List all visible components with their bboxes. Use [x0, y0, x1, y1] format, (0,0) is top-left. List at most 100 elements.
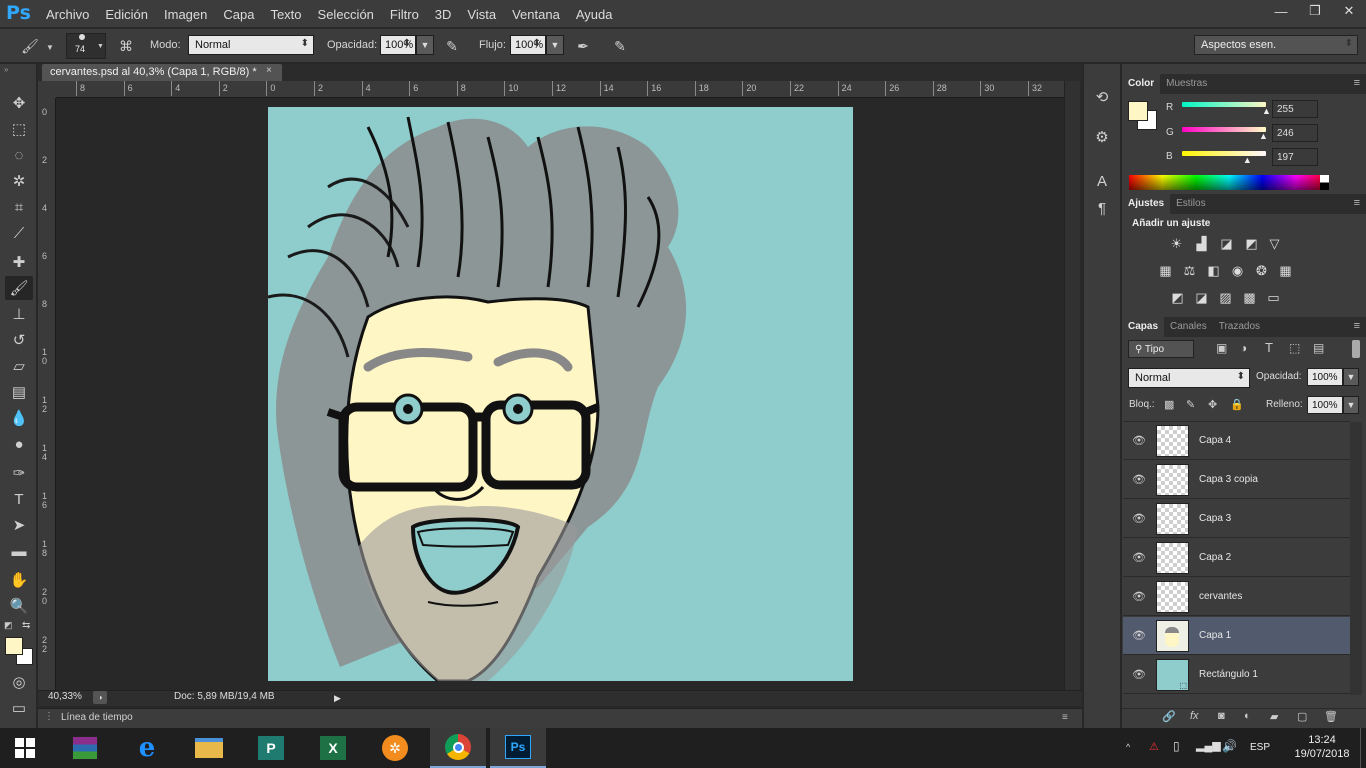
swap-colors-icon[interactable]: ⇆: [22, 620, 30, 631]
gradient-map-adjust-icon[interactable]: ▭: [1265, 290, 1282, 306]
layer-row[interactable]: 👁 Capa 3 copia: [1123, 461, 1350, 499]
g-slider-handle[interactable]: ▲: [1259, 131, 1268, 141]
posterize-adjust-icon[interactable]: ◪: [1193, 290, 1210, 306]
eraser-tool-icon[interactable]: ▱: [5, 354, 33, 378]
levels-adjust-icon[interactable]: ▟: [1193, 236, 1210, 252]
eyedropper-tool-icon[interactable]: ⟋: [5, 221, 33, 245]
pressure-opacity-icon[interactable]: ✎: [442, 36, 462, 56]
start-button[interactable]: [0, 728, 50, 768]
black-white-ramp[interactable]: [1320, 175, 1329, 190]
b-slider-track[interactable]: [1182, 151, 1266, 156]
tab-canales[interactable]: Canales: [1164, 317, 1213, 337]
crop-tool-icon[interactable]: ⌗: [5, 195, 33, 219]
visibility-eye-icon[interactable]: 👁: [1132, 551, 1146, 564]
menu-capa[interactable]: Capa: [215, 7, 262, 22]
r-value[interactable]: 255: [1272, 100, 1318, 118]
layer-row[interactable]: 👁 Capa 4: [1123, 422, 1350, 460]
tab-trazados[interactable]: Trazados: [1213, 317, 1266, 337]
type-tool-icon[interactable]: T: [5, 487, 33, 511]
blur-tool-icon[interactable]: 💧: [5, 406, 33, 430]
layer-mask-icon[interactable]: ◙: [1218, 710, 1225, 722]
fill-arrow-icon[interactable]: ▼: [1343, 396, 1359, 414]
filter-adjustment-icon[interactable]: ◑: [1240, 341, 1247, 355]
status-menu-arrow-icon[interactable]: ▶: [334, 693, 341, 704]
foreground-color-swatch[interactable]: [5, 637, 23, 655]
vibrance-adjust-icon[interactable]: ▽: [1266, 236, 1283, 252]
layer-row[interactable]: 👁 Capa 3: [1123, 500, 1350, 538]
visibility-eye-icon[interactable]: 👁: [1132, 434, 1146, 447]
menu-seleccion[interactable]: Selección: [310, 7, 382, 22]
visibility-eye-icon[interactable]: 👁: [1132, 629, 1146, 642]
layer-row[interactable]: 👁 ⬚ Rectángulo 1: [1123, 656, 1350, 694]
invert-adjust-icon[interactable]: ◩: [1169, 290, 1186, 306]
menu-vista[interactable]: Vista: [459, 7, 504, 22]
tab-muestras[interactable]: Muestras: [1160, 74, 1213, 94]
delete-layer-icon[interactable]: 🗑: [1324, 710, 1338, 723]
brush-panel-toggle-icon[interactable]: ⌘: [116, 36, 136, 56]
timeline-grip-icon[interactable]: ⋮: [44, 711, 54, 722]
menu-imagen[interactable]: Imagen: [156, 7, 215, 22]
clone-stamp-tool-icon[interactable]: ⊥: [5, 302, 33, 326]
tray-network-warning-icon[interactable]: ⚠: [1149, 740, 1159, 753]
lock-position-icon[interactable]: ✥: [1208, 398, 1217, 411]
marquee-tool-icon[interactable]: ⬚: [5, 117, 33, 141]
curves-adjust-icon[interactable]: ◪: [1218, 236, 1235, 252]
brush-tool-active-icon[interactable]: 🖌: [5, 276, 33, 300]
layer-style-fx-icon[interactable]: fx: [1190, 710, 1199, 722]
history-brush-tool-icon[interactable]: ↺: [5, 328, 33, 352]
color-fg-swatch[interactable]: [1128, 101, 1148, 121]
b-slider-handle[interactable]: ▲: [1243, 155, 1252, 165]
lock-pixels-icon[interactable]: ✎: [1186, 398, 1195, 411]
default-colors-icon[interactable]: ◩: [4, 620, 13, 631]
timeline-label[interactable]: Línea de tiempo: [61, 712, 133, 723]
selective-color-adjust-icon[interactable]: ▩: [1241, 290, 1258, 306]
tab-color[interactable]: Color: [1122, 74, 1161, 94]
paragraph-panel-icon[interactable]: ¶: [1091, 197, 1113, 219]
taskbar-orange-app[interactable]: ✲: [370, 728, 420, 768]
document-tab-close-icon[interactable]: ×: [266, 65, 272, 76]
menu-edicion[interactable]: Edición: [97, 7, 156, 22]
flow-dropdown-icon[interactable]: ▼: [546, 35, 564, 55]
tray-language[interactable]: ESP: [1250, 742, 1270, 753]
show-desktop-button[interactable]: [1360, 728, 1366, 768]
brush-tool-icon[interactable]: 🖌: [20, 36, 40, 56]
menu-3d[interactable]: 3D: [427, 7, 460, 22]
quick-mask-icon[interactable]: ◎: [5, 670, 33, 694]
taskbar-file-explorer[interactable]: [184, 728, 234, 768]
visibility-eye-icon[interactable]: 👁: [1132, 668, 1146, 681]
r-slider-handle[interactable]: ▲: [1262, 106, 1271, 116]
history-panel-icon[interactable]: ⟲: [1091, 86, 1113, 108]
airbrush-icon[interactable]: ✒: [573, 36, 593, 56]
channel-mixer-adjust-icon[interactable]: ❂: [1253, 263, 1270, 279]
path-selection-tool-icon[interactable]: ➤: [5, 513, 33, 537]
layer-opacity-arrow-icon[interactable]: ▼: [1343, 368, 1359, 386]
properties-panel-icon[interactable]: ⚙: [1091, 126, 1113, 148]
color-panel-menu-icon[interactable]: ≡: [1354, 77, 1360, 89]
move-tool-icon[interactable]: ✥: [5, 91, 33, 115]
new-group-icon[interactable]: ▰: [1270, 710, 1278, 723]
visibility-eye-icon[interactable]: 👁: [1132, 512, 1146, 525]
menu-ventana[interactable]: Ventana: [504, 7, 568, 22]
gradient-tool-icon[interactable]: ▤: [5, 380, 33, 404]
filter-smart-object-icon[interactable]: ▤: [1313, 341, 1324, 355]
new-adjustment-icon[interactable]: ◐: [1244, 710, 1251, 722]
screen-mode-icon[interactable]: ▭: [5, 696, 33, 720]
zoom-level[interactable]: 40,33%: [48, 691, 82, 702]
threshold-adjust-icon[interactable]: ▨: [1217, 290, 1234, 306]
tab-ajustes[interactable]: Ajustes: [1122, 194, 1171, 214]
tray-signal-icon[interactable]: ▂▄▆: [1196, 739, 1221, 752]
taskbar-internet-explorer[interactable]: e: [122, 728, 172, 768]
minimize-button[interactable]: —: [1264, 0, 1298, 22]
color-spectrum-ramp[interactable]: [1129, 175, 1329, 190]
layer-row[interactable]: 👁 Capa 2: [1123, 539, 1350, 577]
opacity-input[interactable]: 100%: [380, 35, 416, 55]
tray-volume-icon[interactable]: 🔊: [1222, 739, 1237, 753]
timeline-menu-icon[interactable]: ≡: [1062, 712, 1068, 723]
mode-select[interactable]: Normal: [188, 35, 314, 55]
visibility-eye-icon[interactable]: 👁: [1132, 473, 1146, 486]
shape-tool-icon[interactable]: ▬: [5, 539, 33, 563]
brightness-adjust-icon[interactable]: ☀: [1168, 236, 1185, 252]
layers-scrollbar[interactable]: [1350, 422, 1362, 695]
layers-panel-menu-icon[interactable]: ≡: [1354, 320, 1360, 332]
layer-row[interactable]: 👁 cervantes: [1123, 578, 1350, 616]
